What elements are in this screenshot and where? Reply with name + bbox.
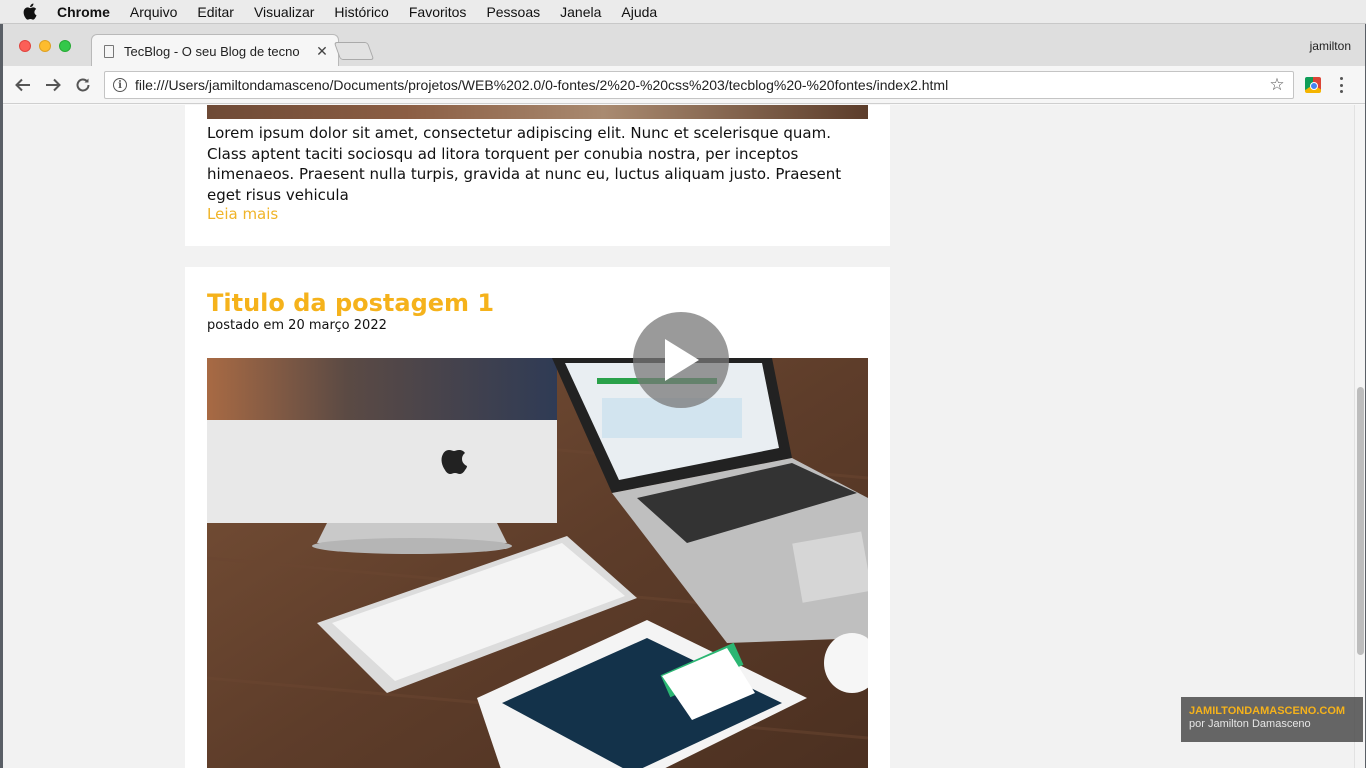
menu-historico[interactable]: Histórico [334,4,388,20]
page-scrollbar[interactable] [1354,105,1365,768]
menu-bar: Chrome Arquivo Editar Visualizar Históri… [0,0,1366,24]
menu-editar[interactable]: Editar [197,4,234,20]
post-image [207,358,868,768]
zoom-window-button[interactable] [59,40,71,52]
scrollbar-thumb[interactable] [1357,387,1364,655]
menu-app-name[interactable]: Chrome [57,4,110,20]
watermark-author: por Jamilton Damasceno [1189,718,1311,730]
star-icon[interactable]: ☆ [1267,75,1287,95]
post-image-previous [207,105,868,119]
close-window-button[interactable] [19,40,31,52]
extension-icon[interactable] [1305,77,1321,93]
menu-visualizar[interactable]: Visualizar [254,4,314,20]
post-card: Titulo da postagem 1 postado em 20 março… [185,267,890,768]
page-viewport: Lorem ipsum dolor sit amet, consectetur … [3,105,1365,768]
new-tab-button[interactable] [333,42,375,60]
play-icon [665,339,699,381]
menu-kebab-icon[interactable] [1337,76,1345,94]
post-excerpt: Lorem ipsum dolor sit amet, consectetur … [207,124,842,204]
url-text[interactable]: file:///Users/jamiltondamasceno/Document… [135,77,1267,93]
play-button[interactable] [633,312,729,408]
page-icon [104,44,114,58]
menu-janela[interactable]: Janela [560,4,601,20]
profile-name[interactable]: jamilton [1310,39,1351,53]
info-icon[interactable]: i [113,78,127,92]
tab-close-icon[interactable]: ✕ [314,43,330,60]
tab-tecblog[interactable]: TecBlog - O seu Blog de tecno ✕ [91,34,339,67]
menu-pessoas[interactable]: Pessoas [486,4,540,20]
tab-strip: TecBlog - O seu Blog de tecno ✕ jamilton [3,24,1365,67]
menu-arquivo[interactable]: Arquivo [130,4,177,20]
read-more-link[interactable]: Leia mais [207,205,278,223]
menu-ajuda[interactable]: Ajuda [621,4,657,20]
watermark: JAMILTONDAMASCENO.COM por Jamilton Damas… [1181,697,1363,742]
back-arrow-icon[interactable] [12,74,34,96]
apple-icon[interactable] [21,3,39,21]
post-title[interactable]: Titulo da postagem 1 [207,289,494,317]
forward-arrow-icon[interactable] [42,74,64,96]
post-date: postado em 20 março 2022 [207,318,387,333]
tab-title: TecBlog - O seu Blog de tecno [124,43,300,59]
watermark-site: JAMILTONDAMASCENO.COM [1189,705,1346,717]
menu-favoritos[interactable]: Favoritos [409,4,467,20]
minimize-window-button[interactable] [39,40,51,52]
browser-toolbar: i file:///Users/jamiltondamasceno/Docume… [3,66,1365,104]
post-card-previous: Lorem ipsum dolor sit amet, consectetur … [185,105,890,246]
reload-icon[interactable] [72,74,94,96]
address-bar[interactable]: i file:///Users/jamiltondamasceno/Docume… [104,71,1294,99]
